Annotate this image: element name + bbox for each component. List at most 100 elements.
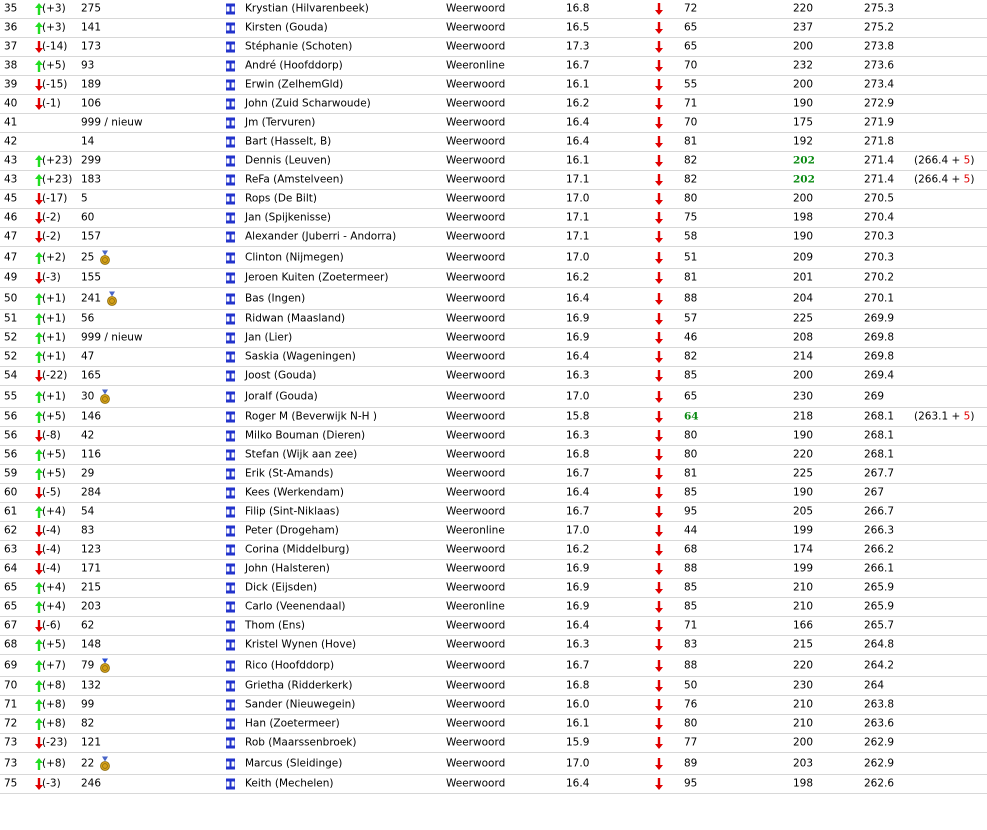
source-name: Weerwoord bbox=[446, 448, 506, 461]
temperature-value: 15.8 bbox=[566, 410, 590, 423]
source-name: Weerwoord bbox=[446, 390, 506, 402]
temperature-value: 16.9 bbox=[566, 312, 590, 325]
down-arrow-icon bbox=[652, 331, 664, 345]
table-row: 39 (-15) 189 Erwin (ZelhemGld) Weerwoord 16.1… bbox=[0, 76, 987, 95]
down-arrow-icon bbox=[652, 271, 664, 285]
participant-name: Bart (Hasselt, B) bbox=[245, 135, 332, 148]
total-score: 266.2 bbox=[864, 543, 895, 556]
flag-icon bbox=[226, 293, 235, 304]
flag-icon bbox=[226, 639, 235, 651]
value-3: 175 bbox=[793, 116, 814, 129]
previous-rank: 284 bbox=[81, 486, 102, 499]
rank-cell: 36 bbox=[4, 21, 18, 34]
source-name: Weerwoord bbox=[446, 698, 506, 711]
value-2: 70 bbox=[684, 116, 698, 129]
score-breakdown-end: ) bbox=[970, 173, 975, 186]
value-2: 82 bbox=[684, 173, 698, 186]
temperature-value: 17.0 bbox=[566, 757, 590, 769]
table-row: 40 (-1) 106 John (Zuid Scharwoude) Weerwoord… bbox=[0, 95, 987, 114]
total-score: 269.4 bbox=[864, 369, 895, 382]
down-arrow-icon bbox=[652, 543, 664, 557]
rank-change: (-3) bbox=[42, 777, 61, 790]
temperature-value: 16.9 bbox=[566, 331, 590, 344]
score-breakdown-end: ) bbox=[970, 154, 975, 167]
value-2: 85 bbox=[684, 369, 698, 382]
table-row: 62 (-4) 83 Peter (Drogeham) Weeronline 17.0 44… bbox=[0, 522, 987, 541]
participant-name: Saskia (Wageningen) bbox=[245, 350, 356, 363]
flag-icon bbox=[226, 660, 235, 671]
temperature-value: 17.0 bbox=[566, 192, 590, 205]
table-row: 47 (+2) 25 Clinton (Nijmegen) Weerwoord 17.0 5… bbox=[0, 247, 987, 269]
source-name: Weerwoord bbox=[446, 350, 506, 363]
previous-rank: 29 bbox=[81, 467, 95, 480]
rank-change: (+1) bbox=[42, 292, 66, 304]
participant-name: Erik (St-Amands) bbox=[245, 467, 334, 480]
value-2: 95 bbox=[684, 777, 698, 790]
previous-rank: 141 bbox=[81, 21, 102, 34]
down-arrow-icon bbox=[652, 116, 664, 130]
value-2: 46 bbox=[684, 331, 698, 344]
temperature-value: 16.4 bbox=[566, 135, 590, 148]
rank-cell: 43 bbox=[4, 154, 18, 167]
rank-cell: 62 bbox=[4, 524, 18, 537]
flag-icon bbox=[226, 252, 235, 263]
temperature-value: 16.3 bbox=[566, 369, 590, 382]
temperature-value: 16.2 bbox=[566, 543, 590, 556]
temperature-value: 16.4 bbox=[566, 486, 590, 499]
total-score: 271.9 bbox=[864, 116, 895, 129]
table-row: 49 (-3) 155 Jeroen Kuiten (Zoetermeer) Weerw… bbox=[0, 269, 987, 288]
participant-name: Rob (Maarssenbroek) bbox=[245, 736, 357, 749]
value-2: 80 bbox=[684, 429, 698, 442]
down-arrow-icon bbox=[652, 736, 664, 750]
rank-change: (-4) bbox=[42, 562, 61, 575]
rank-cell: 75 bbox=[4, 777, 18, 790]
value-2: 95 bbox=[684, 505, 698, 518]
rank-change: (+5) bbox=[42, 467, 66, 480]
flag-icon bbox=[226, 563, 235, 575]
flag-icon bbox=[226, 601, 235, 613]
total-score: 273.8 bbox=[864, 40, 895, 53]
rank-cell: 69 bbox=[4, 659, 18, 671]
value-2: 71 bbox=[684, 97, 698, 110]
previous-rank: 203 bbox=[81, 600, 102, 613]
value-2: 88 bbox=[684, 292, 698, 304]
rank-cell: 73 bbox=[4, 736, 18, 749]
rank-cell: 56 bbox=[4, 410, 18, 423]
down-arrow-icon bbox=[652, 600, 664, 614]
total-score: 270.1 bbox=[864, 292, 895, 304]
total-score: 270.5 bbox=[864, 192, 895, 205]
total-score: 263.6 bbox=[864, 717, 895, 730]
temperature-value: 16.5 bbox=[566, 21, 590, 34]
value-2: 85 bbox=[684, 600, 698, 613]
rank-change: (+23) bbox=[42, 173, 73, 186]
value-3: 192 bbox=[793, 135, 814, 148]
down-arrow-icon bbox=[652, 562, 664, 576]
value-2: 80 bbox=[684, 717, 698, 730]
flag-icon bbox=[226, 680, 235, 692]
source-name: Weerwoord bbox=[446, 757, 506, 769]
medal-icon bbox=[99, 389, 111, 404]
value-2: 55 bbox=[684, 78, 698, 91]
temperature-value: 17.1 bbox=[566, 211, 590, 224]
table-row: 60 (-5) 284 Kees (Werkendam) Weerwoord 16.4 85… bbox=[0, 484, 987, 503]
rank-change: (-5) bbox=[42, 486, 61, 499]
source-name: Weerwoord bbox=[446, 331, 506, 344]
down-arrow-icon bbox=[652, 717, 664, 731]
table-row: 59 (+5) 29 Erik (St-Amands) Weerwoord 16.7 81 2… bbox=[0, 465, 987, 484]
value-2: 72 bbox=[684, 2, 698, 15]
participant-name: Alexander (Juberri - Andorra) bbox=[245, 230, 397, 243]
flag-icon bbox=[226, 136, 235, 148]
score-breakdown: (263.1 + 5) bbox=[914, 411, 974, 424]
temperature-value: 16.8 bbox=[566, 448, 590, 461]
temperature-value: 16.9 bbox=[566, 600, 590, 613]
temperature-value: 17.1 bbox=[566, 173, 590, 186]
total-score: 272.9 bbox=[864, 97, 895, 110]
table-row: 50 (+1) 241 Bas (Ingen) Weerwoord 16.4 88 204 27… bbox=[0, 288, 987, 310]
temperature-value: 16.7 bbox=[566, 467, 590, 480]
down-arrow-icon bbox=[652, 312, 664, 326]
previous-rank: 121 bbox=[81, 736, 102, 749]
rank-change: (+5) bbox=[42, 638, 66, 651]
temperature-value: 16.4 bbox=[566, 350, 590, 363]
down-arrow-icon bbox=[652, 173, 664, 187]
value-2: 89 bbox=[684, 757, 698, 769]
